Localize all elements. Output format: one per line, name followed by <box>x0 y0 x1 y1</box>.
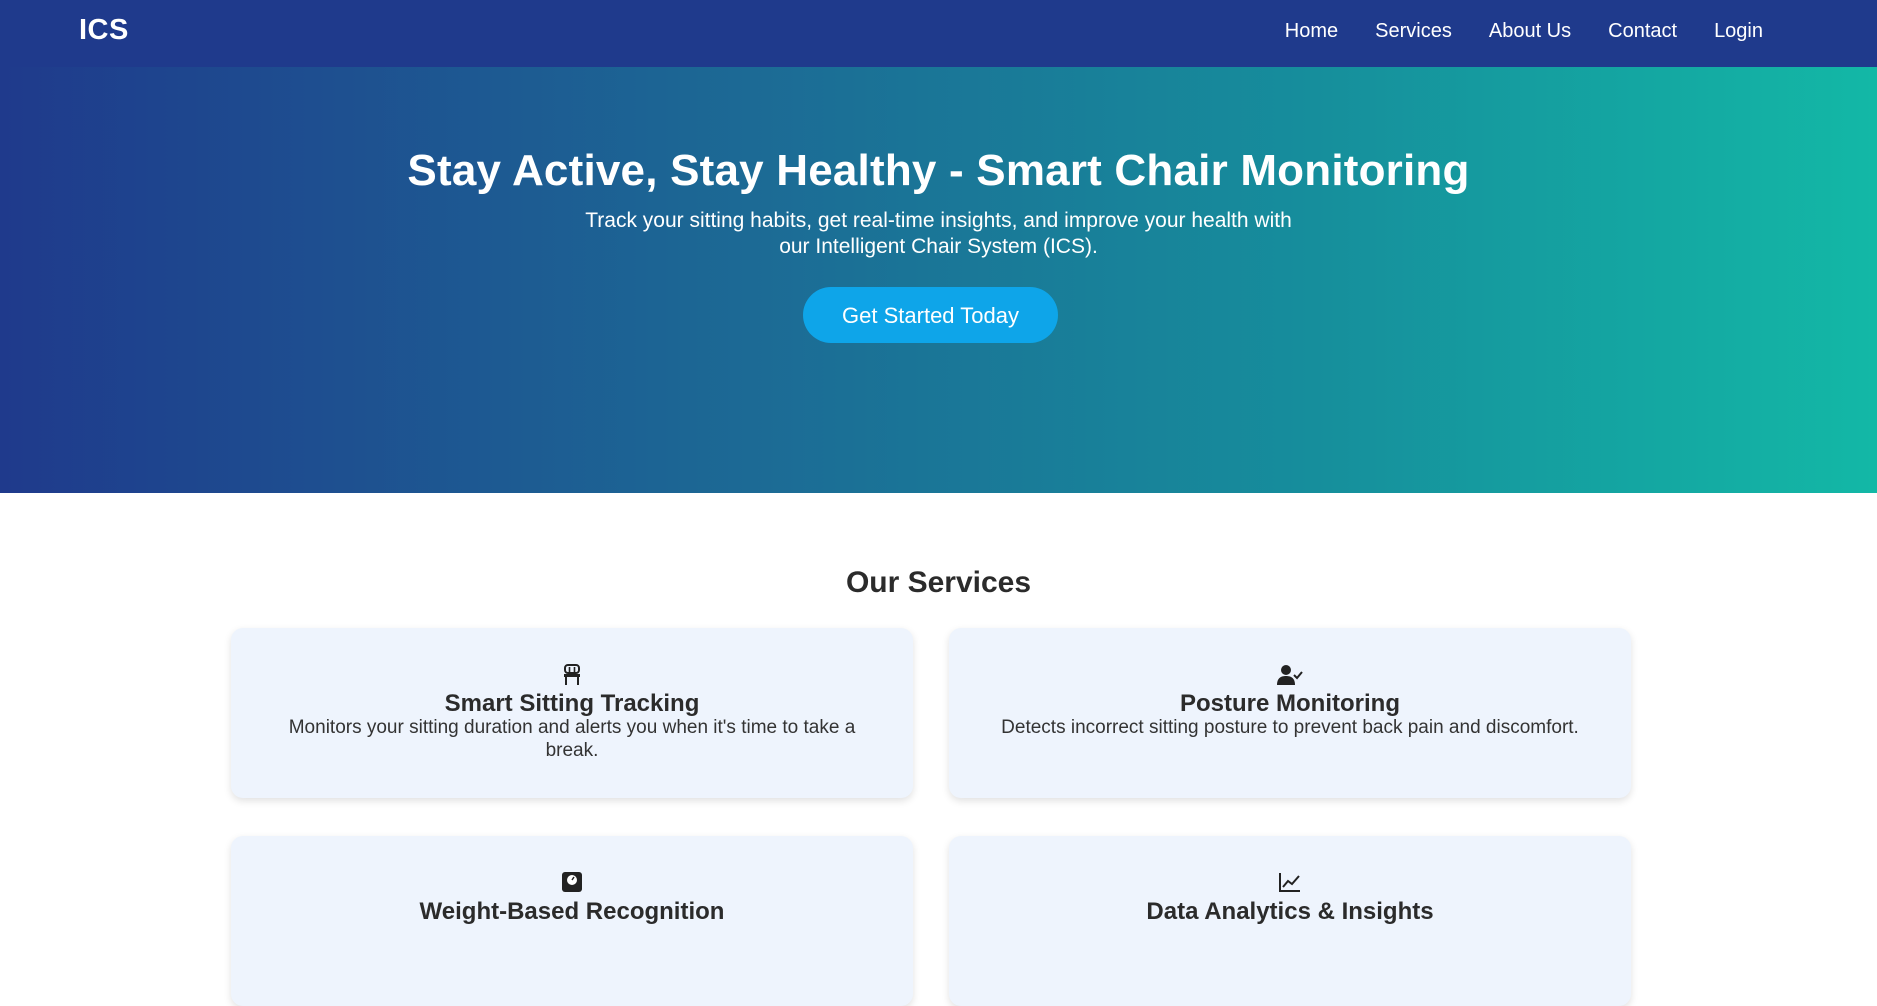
hero-section: Stay Active, Stay Healthy - Smart Chair … <box>0 67 1877 493</box>
main-nav: Home Services About Us Contact Login <box>1248 19 1763 43</box>
get-started-button[interactable]: Get Started Today <box>803 287 1058 343</box>
nav-link-login[interactable]: Login <box>1714 19 1763 43</box>
service-card-smart-sitting: Smart Sitting Tracking Monitors your sit… <box>231 628 913 798</box>
hero-title: Stay Active, Stay Healthy - Smart Chair … <box>407 146 1470 195</box>
top-navbar: ICS Home Services About Us Contact Login <box>0 0 1877 67</box>
service-title: Weight-Based Recognition <box>419 898 725 925</box>
service-description: Detects incorrect sitting posture to pre… <box>1001 717 1579 738</box>
service-description: Monitors your sitting duration and alert… <box>288 717 856 761</box>
nav-link-services[interactable]: Services <box>1375 19 1452 43</box>
service-title: Smart Sitting Tracking <box>444 690 700 717</box>
nav-link-contact[interactable]: Contact <box>1608 19 1677 43</box>
chart-line-icon <box>949 872 1631 896</box>
nav-link-home[interactable]: Home <box>1285 19 1338 43</box>
site-logo[interactable]: ICS <box>79 14 129 47</box>
services-heading: Our Services <box>845 566 1032 599</box>
weight-scale-icon <box>231 872 913 896</box>
service-title: Data Analytics & Insights <box>1146 898 1434 925</box>
service-card-posture: Posture Monitoring Detects incorrect sit… <box>949 628 1631 798</box>
service-title: Posture Monitoring <box>1180 690 1400 717</box>
service-card-analytics: Data Analytics & Insights <box>949 836 1631 1006</box>
chair-icon <box>231 664 913 688</box>
service-card-weight: Weight-Based Recognition <box>231 836 913 1006</box>
nav-link-about-us[interactable]: About Us <box>1489 19 1571 43</box>
hero-subtitle: Track your sitting habits, get real-time… <box>585 209 1292 258</box>
user-check-icon <box>949 664 1631 688</box>
